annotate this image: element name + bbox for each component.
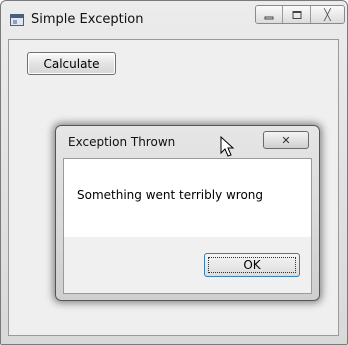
minimize-button[interactable] [256, 6, 284, 23]
caption-buttons: ╳ [255, 5, 345, 24]
ok-button[interactable]: OK [204, 253, 300, 277]
maximize-icon [292, 10, 302, 19]
window-title: Simple Exception [31, 12, 144, 27]
title-bar[interactable]: Simple Exception ╳ [1, 1, 347, 39]
dialog-message: Something went terribly wrong [77, 188, 264, 202]
mouse-cursor-icon [220, 136, 235, 157]
window-app-icon [10, 14, 24, 26]
dialog-title: Exception Thrown [68, 135, 176, 149]
minimize-icon [264, 16, 274, 19]
dialog-content: Something went terribly wrong OK [63, 158, 312, 294]
close-button[interactable]: ╳ [310, 6, 344, 23]
dialog-message-area: Something went terribly wrong [64, 159, 311, 237]
dialog-close-icon: ✕ [281, 133, 291, 147]
exception-dialog: Exception Thrown ✕ Something went terrib… [55, 125, 320, 301]
maximize-button[interactable] [283, 6, 311, 23]
close-icon: ╳ [324, 8, 331, 21]
focus-rectangle [208, 257, 296, 273]
calculate-button[interactable]: Calculate [27, 52, 116, 75]
dialog-close-button[interactable]: ✕ [263, 131, 309, 149]
